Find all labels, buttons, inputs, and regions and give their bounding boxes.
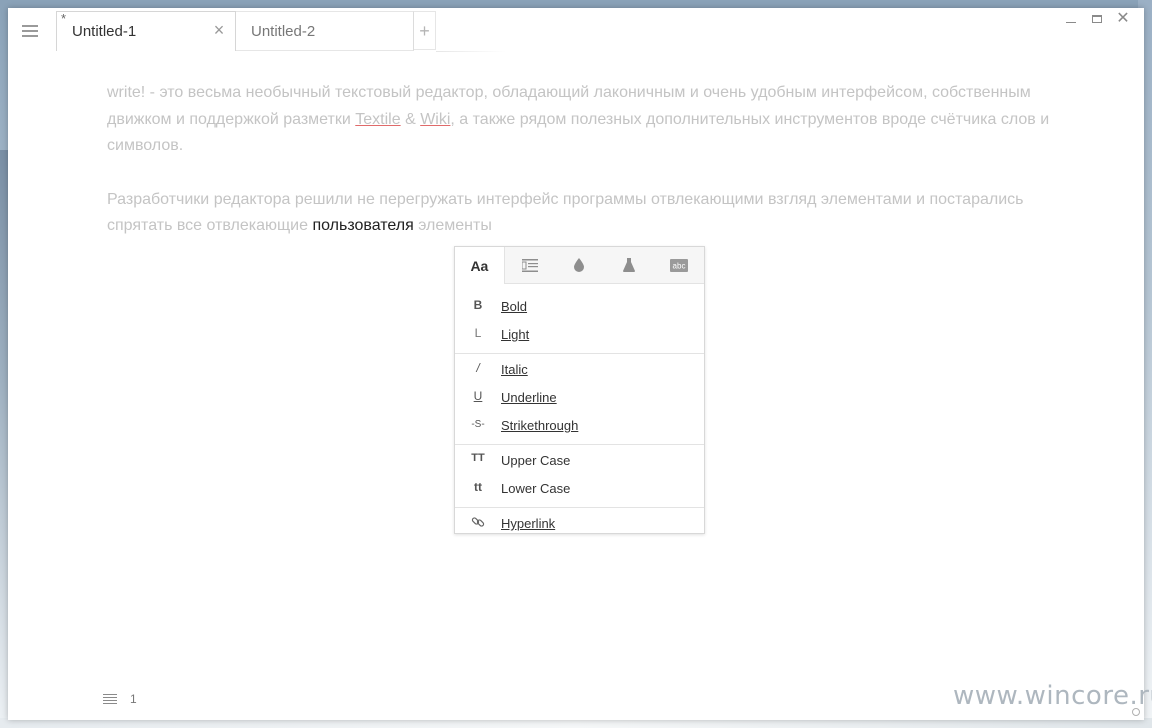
tab-label: Untitled-2 xyxy=(251,23,316,40)
menu-item-label: Light xyxy=(501,327,530,342)
underline-icon: U xyxy=(473,389,483,403)
title-bar: * Untitled-1 × Untitled-2 + ✕ xyxy=(8,8,1144,52)
tab-label: Untitled-1 xyxy=(72,23,137,40)
paragraph-1: write! - это весьма необычный текстовый … xyxy=(107,80,1057,160)
editor-text-area[interactable]: write! - это весьма необычный текстовый … xyxy=(107,80,1057,267)
format-popup: Aa abc B Bold L Light / Italic U Underli… xyxy=(454,246,705,534)
tab-spellcheck[interactable]: abc xyxy=(654,247,704,283)
line-count: 1 xyxy=(130,692,137,706)
tab-color[interactable] xyxy=(554,247,605,283)
spellcheck-word: Wiki xyxy=(420,110,451,128)
menu-item-strikethrough[interactable]: -S- Strikethrough xyxy=(455,412,704,440)
menu-item-light[interactable]: L Light xyxy=(455,321,704,349)
menu-item-italic[interactable]: / Italic xyxy=(455,356,704,384)
menu-divider xyxy=(455,444,704,445)
menu-item-label: Underline xyxy=(501,390,557,405)
menu-item-label: Italic xyxy=(501,362,528,377)
document-lines-icon xyxy=(103,694,117,704)
maximize-button[interactable] xyxy=(1084,10,1110,28)
menu-item-bold[interactable]: B Bold xyxy=(455,293,704,321)
svg-text:abc: abc xyxy=(673,261,686,270)
tab-strip-divider xyxy=(436,51,506,52)
flask-icon xyxy=(623,258,636,272)
italic-icon: / xyxy=(476,361,480,375)
lower-case-icon: tt xyxy=(474,480,482,494)
app-window: * Untitled-1 × Untitled-2 + ✕ write! - э… xyxy=(8,8,1144,720)
upper-case-icon: TT xyxy=(471,452,485,464)
tab-untitled-2[interactable]: Untitled-2 xyxy=(236,11,414,51)
format-popup-tabs: Aa abc xyxy=(455,247,704,284)
tab-paragraph[interactable] xyxy=(504,247,555,283)
link-icon xyxy=(469,515,487,532)
paragraph-2: Разработчики редактора решили не перегру… xyxy=(107,187,1057,240)
maximize-icon xyxy=(1092,15,1102,23)
window-controls: ✕ xyxy=(1058,10,1136,28)
menu-item-label: Hyperlink xyxy=(501,516,556,531)
menu-item-lower-case[interactable]: tt Lower Case xyxy=(455,475,704,503)
bold-icon: B xyxy=(473,298,483,312)
menu-item-label: Lower Case xyxy=(501,481,571,496)
menu-divider xyxy=(455,353,704,354)
menu-button[interactable] xyxy=(12,16,48,46)
spellcheck-word: Textile xyxy=(355,110,401,128)
text-run: & xyxy=(400,110,421,128)
tab-untitled-1[interactable]: * Untitled-1 × xyxy=(56,11,236,51)
strikethrough-icon: -S- xyxy=(471,419,485,430)
hamburger-menu-icon xyxy=(22,25,38,37)
text-run: Разработчики редактора решили не перегру… xyxy=(107,190,1024,235)
selected-text: пользователя xyxy=(312,217,414,234)
tab-close-icon[interactable]: × xyxy=(211,21,227,39)
menu-divider xyxy=(455,507,704,508)
menu-item-upper-case[interactable]: TT Upper Case xyxy=(455,447,704,475)
new-tab-button[interactable]: + xyxy=(414,11,436,50)
modified-indicator: * xyxy=(61,11,67,26)
status-bar: 1 xyxy=(103,692,137,706)
menu-item-underline[interactable]: U Underline xyxy=(455,384,704,412)
menu-item-label: Upper Case xyxy=(501,453,571,468)
minimize-icon xyxy=(1066,21,1076,23)
font-icon: Aa xyxy=(470,257,489,274)
menu-item-label: Bold xyxy=(501,299,528,314)
watermark: www.wincore.ru xyxy=(953,681,1152,711)
light-icon: L xyxy=(474,326,482,340)
text-run: элементы xyxy=(413,217,492,234)
menu-item-hyperlink[interactable]: Hyperlink xyxy=(455,510,704,538)
close-icon: ✕ xyxy=(1116,10,1130,27)
minimize-button[interactable] xyxy=(1058,10,1084,28)
paragraph-icon xyxy=(521,258,538,272)
abc-spellcheck-icon: abc xyxy=(670,258,689,272)
tab-style[interactable] xyxy=(604,247,655,283)
close-window-button[interactable]: ✕ xyxy=(1110,10,1136,28)
color-drop-icon xyxy=(574,258,585,272)
tab-font[interactable]: Aa xyxy=(455,247,505,284)
menu-item-label: Strikethrough xyxy=(501,418,579,433)
